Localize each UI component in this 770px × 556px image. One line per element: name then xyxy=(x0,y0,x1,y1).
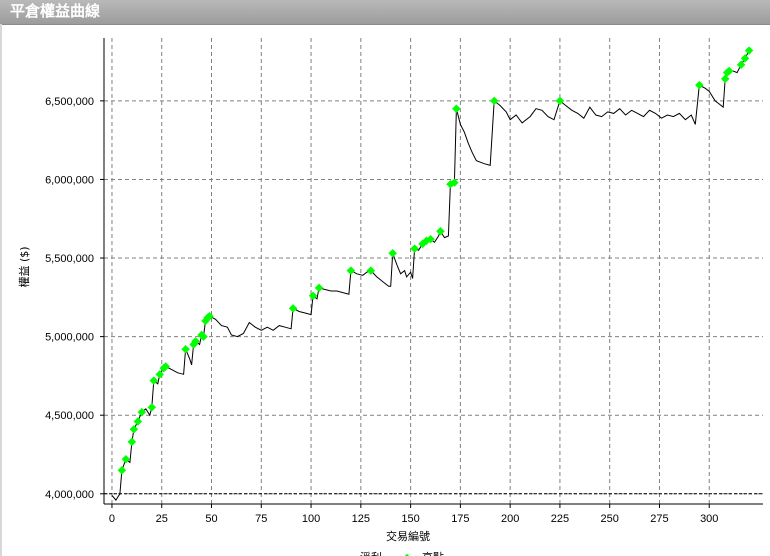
x-tick-label: 25 xyxy=(156,513,168,525)
x-tick-label: 75 xyxy=(255,513,267,525)
x-tick-label: 175 xyxy=(451,513,469,525)
new-high-marker xyxy=(117,465,127,475)
window-title: 平倉權益曲線 xyxy=(10,2,101,20)
y-tick-label: 4,500,000 xyxy=(45,410,94,422)
new-high-marker xyxy=(720,74,730,84)
new-high-marker xyxy=(127,437,137,447)
x-tick-label: 250 xyxy=(601,513,619,525)
new-high-marker xyxy=(133,417,143,426)
new-high-marker xyxy=(314,283,324,293)
x-tick-label: 100 xyxy=(302,513,320,525)
new-high-marker xyxy=(288,304,298,313)
legend-label-net: 淨利 xyxy=(360,551,382,556)
y-tick-label: 6,000,000 xyxy=(45,174,94,186)
equity-line xyxy=(111,50,750,501)
new-high-marker xyxy=(155,370,164,379)
new-high-marker xyxy=(740,54,750,63)
y-tick-label: 5,000,000 xyxy=(45,332,94,344)
x-tick-label: 275 xyxy=(650,513,668,525)
tick-labels: 0 25 50 75 100 125 150 175 200 225 250 275 300 4,000,… xyxy=(45,96,718,525)
new-high-marker xyxy=(410,244,419,253)
y-tick-label: 6,500,000 xyxy=(45,96,94,108)
y-tick-label: 4,000,000 xyxy=(45,489,94,501)
new-high-marker xyxy=(436,227,445,236)
x-tick-label: 50 xyxy=(205,513,217,525)
x-tick-label: 200 xyxy=(501,513,519,525)
equity-chart: 0 25 50 75 100 125 150 175 200 225 250 275 300 4,000,… xyxy=(17,38,763,556)
legend: 淨利 高點 xyxy=(360,550,444,556)
grid xyxy=(104,38,763,504)
new-high-marker xyxy=(695,80,704,90)
legend-label-high: 高點 xyxy=(422,550,444,556)
x-axis-label: 交易編號 xyxy=(386,529,430,543)
new-high-marker xyxy=(388,249,397,258)
y-tick-label: 5,500,000 xyxy=(45,253,94,265)
new-high-marker xyxy=(452,104,461,113)
x-tick-label: 125 xyxy=(352,513,370,525)
y-axis-label: 權益 ($) xyxy=(17,246,31,287)
axes xyxy=(100,38,763,508)
new-high-marker xyxy=(147,403,157,412)
new-high-marker xyxy=(181,344,190,354)
x-tick-label: 150 xyxy=(401,513,419,525)
new-high-marker xyxy=(346,266,356,275)
series-layer xyxy=(111,46,754,501)
new-high-marker xyxy=(736,60,746,69)
x-tick-label: 0 xyxy=(109,513,115,525)
new-high-marker xyxy=(129,425,139,434)
title-bar: 平倉權益曲線 xyxy=(0,0,770,25)
x-tick-label: 300 xyxy=(700,513,718,525)
new-high-marker xyxy=(744,46,754,55)
x-tick-label: 225 xyxy=(551,513,569,525)
